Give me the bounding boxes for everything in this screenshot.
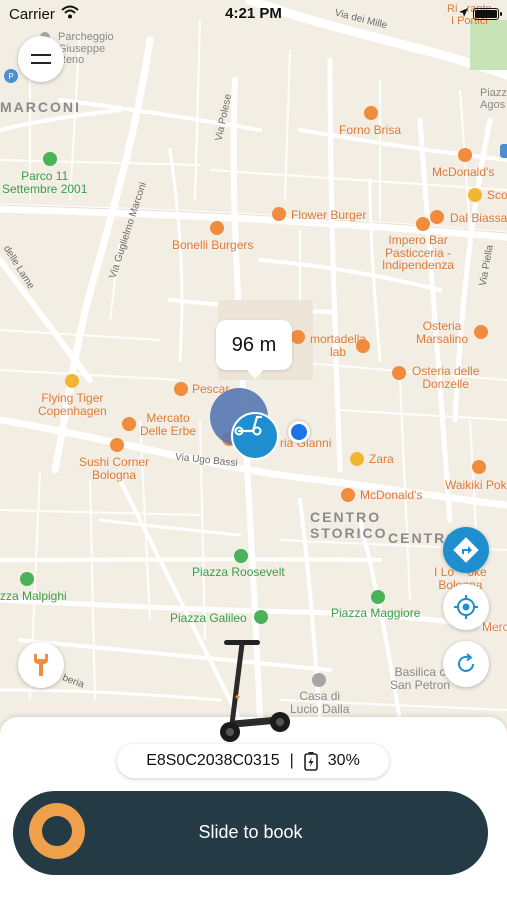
menu-button[interactable] [18,36,64,82]
slide-to-book-slider[interactable]: Slide to book [13,791,488,875]
place-piazza-agos[interactable]: Piazza Agos [480,87,507,111]
place-basilica[interactable]: Basilica c San Petron [390,666,450,691]
status-bar: Carrier 4:21 PM [0,0,507,28]
place-sco[interactable]: Sco [487,189,507,202]
flying-tiger-pin[interactable] [65,374,79,388]
wrench-icon [34,654,48,676]
parking-blue-pin[interactable]: P [4,69,18,83]
pescar-pin[interactable] [174,382,188,396]
place-osteria-marsalino[interactable]: Osteria Marsalino [416,320,468,345]
mortadella-pin[interactable] [291,330,305,344]
mercato-pin[interactable] [122,417,136,431]
casa-lucio-pin[interactable] [312,673,326,687]
place-mercato-delle-erbe[interactable]: Mercato Delle Erbe [140,412,196,437]
piazza-malpighi-pin[interactable] [20,572,34,586]
locate-icon [454,595,478,619]
clock: 4:21 PM [225,5,282,22]
directions-icon [453,537,479,563]
piazza-galileo-pin[interactable] [254,610,268,624]
place-forno-brisa[interactable]: Forno Brisa [339,124,401,137]
battery-charging-icon [303,752,318,771]
district-marconi: MARCONI [0,99,81,115]
forno-brisa-pin[interactable] [364,106,378,120]
place-parco-11-settembre[interactable]: Parco 11 Settembre 2001 [2,170,87,195]
vehicle-id: E8S0C2038C0315 [146,752,280,769]
place-parcheggio[interactable]: Parcheggio Giuseppe Reno [58,31,114,67]
place-zara[interactable]: Zara [369,453,394,466]
battery-icon [473,8,502,20]
place-casa-lucio-dalla[interactable]: Casa di Lucio Dalla [290,690,349,715]
bonelli-pin[interactable] [210,221,224,235]
refresh-icon [458,653,474,672]
place-dal-biassa[interactable]: Dal Biassa [450,212,507,225]
piazza-roosevelt-pin[interactable] [234,549,248,563]
scooter-image [220,640,290,742]
osteria-marsalino-pin[interactable] [474,325,488,339]
zara-pin[interactable] [350,452,364,466]
district-centro-storico: CENTRO STORICO [310,509,388,541]
waikiki-pin[interactable] [472,460,486,474]
vehicle-battery-level: 30% [327,752,360,769]
place-flying-tiger[interactable]: Flying Tiger Copenhagen [38,392,107,417]
distance-tooltip: 96 m [216,320,292,379]
park-pin[interactable] [43,152,57,166]
place-osteria-donzelle[interactable]: Osteria delle Donzelle [412,365,479,390]
flower-burger-pin[interactable] [272,207,286,221]
sco-pin[interactable] [468,188,482,202]
sushi-pin[interactable] [110,438,124,452]
location-arrow-icon [459,8,468,17]
place-mcdonalds-center[interactable]: McDonald's [360,489,422,502]
mcdonalds-center-pin[interactable] [341,488,355,502]
place-mcdonalds-top[interactable]: McDonald's [432,166,494,179]
place-bonelli-burgers[interactable]: Bonelli Burgers [172,239,253,252]
directions-button[interactable] [443,527,489,573]
piazza-maggiore-pin[interactable] [371,590,385,604]
place-merc[interactable]: Merc [482,621,507,634]
osteria-donzelle-pin[interactable] [392,366,406,380]
locate-me-button[interactable] [443,584,489,630]
refresh-button[interactable] [443,641,489,687]
place-piazza-maggiore[interactable]: Piazza Maggiore [331,607,420,620]
place-piazza-galileo[interactable]: Piazza Galileo [170,612,247,625]
hamburger-icon [31,54,51,64]
vehicle-separator: | [289,752,294,769]
distance-value: 96 m [231,333,277,356]
slider-label: Slide to book [198,822,303,842]
vehicle-info-pill: E8S0C2038C0315 | 30% [117,744,389,778]
place-flower-burger[interactable]: Flower Burger [291,209,366,222]
report-issue-button[interactable] [18,642,64,688]
mcdonalds-top-pin[interactable] [458,148,472,162]
user-location-dot [288,421,310,443]
place-piazza-roosevelt[interactable]: Piazza Roosevelt [192,566,285,579]
dal-biassa-pin[interactable] [430,210,444,224]
mortadella-pin-2[interactable] [356,339,370,353]
scooter-marker[interactable] [231,412,279,460]
place-sushi-corner[interactable]: Sushi Corner Bologna [79,456,149,481]
impero-pin[interactable] [416,217,430,231]
place-impero-bar[interactable]: Impero Bar Pasticceria - Indipendenza [382,234,454,272]
place-waikiki[interactable]: Waikiki Pok [445,479,507,492]
edge-pin[interactable] [500,144,507,158]
scooter-icon [234,415,263,436]
place-piazza-malpighi[interactable]: zza Malpighi [0,590,67,603]
